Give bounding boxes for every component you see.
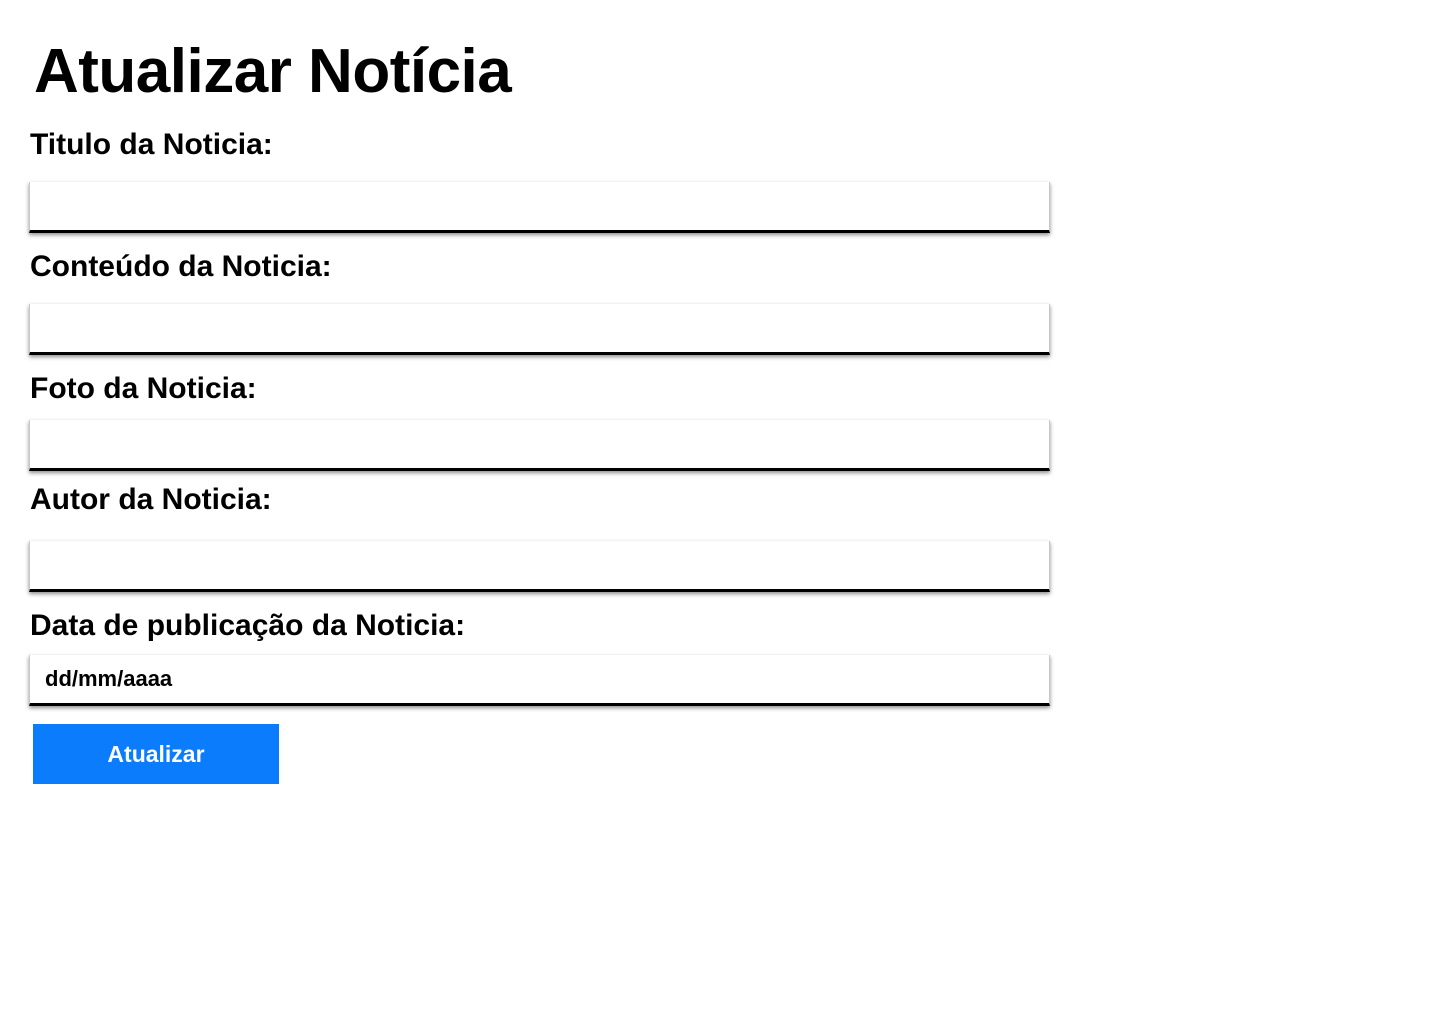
update-button[interactable]: Atualizar <box>33 724 279 784</box>
date-placeholder: dd/mm/aaaa <box>45 666 173 691</box>
date-label: Data de publicação da Noticia: <box>30 609 466 642</box>
author-input[interactable] <box>29 541 1050 592</box>
author-label: Autor da Noticia: <box>30 483 272 516</box>
photo-input[interactable] <box>29 420 1050 471</box>
page-title: Atualizar Notícia <box>34 37 512 106</box>
content-label: Conteúdo da Noticia: <box>30 250 332 283</box>
date-input[interactable]: dd/mm/aaaa <box>29 655 1050 706</box>
photo-label: Foto da Noticia: <box>30 372 257 405</box>
content-input[interactable] <box>29 304 1050 355</box>
title-input[interactable] <box>29 182 1050 233</box>
title-label: Titulo da Noticia: <box>30 128 273 161</box>
